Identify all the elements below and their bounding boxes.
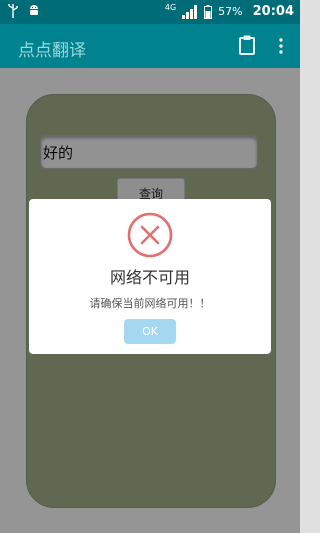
- app-title: 点点翻译: [18, 41, 86, 61]
- network-type-label: 4G: [164, 3, 177, 12]
- app-bar: 点点翻译: [0, 24, 300, 68]
- battery-percent: 57%: [218, 5, 243, 18]
- clipboard-icon[interactable]: [239, 35, 255, 55]
- battery-icon: [204, 4, 213, 19]
- usb-icon: [8, 4, 18, 18]
- dialog-message: 请确保当前网络可用！！: [89, 297, 211, 310]
- clock: 20:04: [252, 4, 294, 19]
- signal-icon: [182, 4, 198, 19]
- error-x-icon: [127, 212, 173, 258]
- status-bar: 4G 57% 20:04: [0, 0, 300, 24]
- dialog-title: 网络不可用: [109, 268, 190, 287]
- android-icon: [30, 5, 38, 15]
- more-vert-icon[interactable]: [279, 38, 283, 54]
- error-dialog: 网络不可用 请确保当前网络可用！！ OK: [29, 199, 271, 354]
- ok-button[interactable]: OK: [124, 319, 176, 344]
